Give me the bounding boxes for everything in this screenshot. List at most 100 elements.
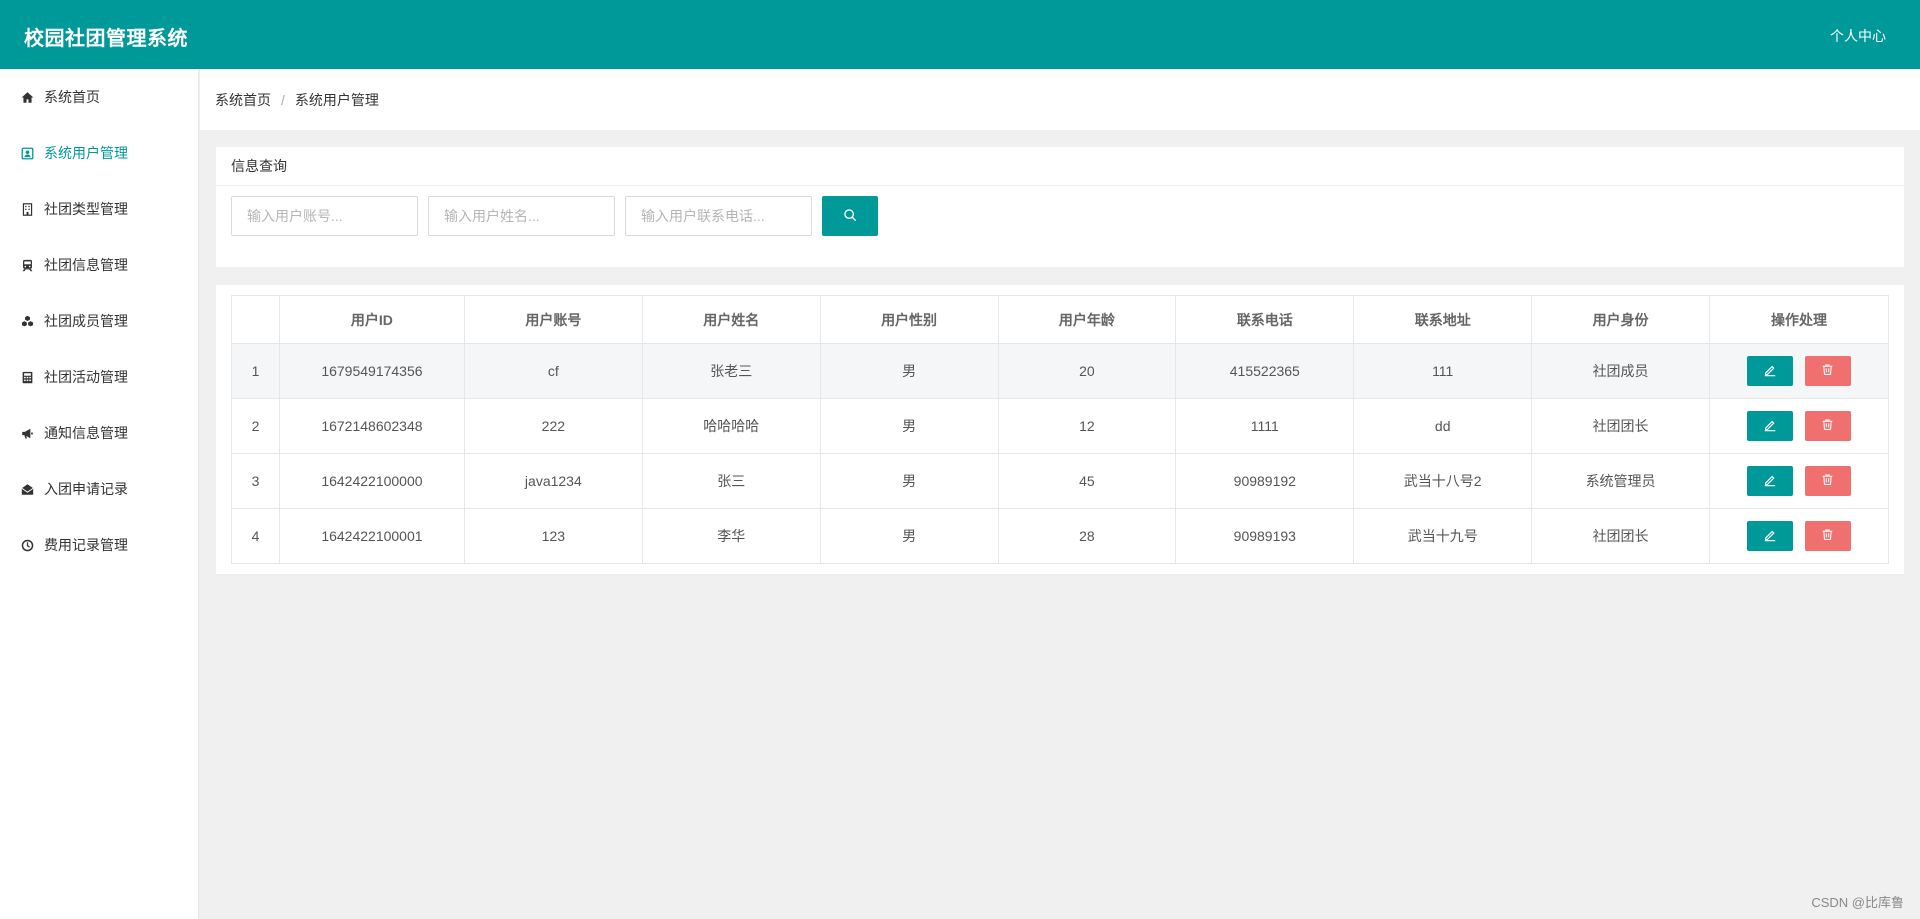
query-form <box>231 196 878 236</box>
edit-icon <box>1763 473 1777 490</box>
sidebar-item-label: 入团申请记录 <box>44 481 128 497</box>
sidebar-item-notice[interactable]: 通知信息管理 <box>0 405 198 461</box>
cell-name: 李华 <box>641 508 821 564</box>
cell-age: 45 <box>997 453 1177 509</box>
column-header-address: 联系地址 <box>1353 295 1533 344</box>
cell-actions <box>1709 398 1889 454</box>
search-icon <box>843 208 857 225</box>
cell-phone: 1111 <box>1175 398 1355 454</box>
delete-button[interactable] <box>1804 411 1851 441</box>
column-header-phone: 联系电话 <box>1175 295 1355 344</box>
cell-actions <box>1709 343 1889 399</box>
table-row: 2 1672148602348 222 哈哈哈哈 男 12 1111 dd 社团… <box>231 398 1889 454</box>
query-panel: 信息查询 <box>216 147 1904 267</box>
edit-button[interactable] <box>1747 356 1794 386</box>
user-table: 用户ID 用户账号 用户姓名 用户性别 用户年龄 联系电话 联系地址 用户身份 … <box>231 295 1889 564</box>
sidebar: 系统首页 系统用户管理 社团类型管理 社团信息管理 社团成员管理 社团活动管理 <box>0 69 199 919</box>
table-header-row: 用户ID 用户账号 用户姓名 用户性别 用户年龄 联系电话 联系地址 用户身份 … <box>231 295 1889 344</box>
delete-button[interactable] <box>1804 356 1851 386</box>
edit-icon <box>1763 363 1777 380</box>
app-title: 校园社团管理系统 <box>24 28 188 50</box>
trash-icon <box>1821 418 1834 434</box>
envelope-open-icon <box>20 482 34 496</box>
cell-actions <box>1709 453 1889 509</box>
sidebar-item-label: 社团类型管理 <box>44 201 128 217</box>
sidebar-item-label: 社团活动管理 <box>44 369 128 385</box>
home-icon <box>20 90 34 104</box>
building-icon <box>20 202 34 216</box>
search-button[interactable] <box>822 196 878 236</box>
sidebar-item-club-info[interactable]: 社团信息管理 <box>0 237 198 293</box>
column-header-role: 用户身份 <box>1531 295 1710 344</box>
cell-role: 系统管理员 <box>1531 453 1710 509</box>
query-panel-title: 信息查询 <box>216 147 1904 186</box>
edit-button[interactable] <box>1747 521 1794 551</box>
sidebar-item-label: 通知信息管理 <box>44 425 128 441</box>
column-header-user-id: 用户ID <box>278 295 465 344</box>
phone-search-input[interactable] <box>625 196 812 236</box>
account-search-input[interactable] <box>231 196 418 236</box>
column-header-gender: 用户性别 <box>819 295 999 344</box>
megaphone-icon <box>20 426 34 440</box>
calculator-icon <box>20 370 34 384</box>
delete-button[interactable] <box>1804 466 1851 496</box>
cell-name: 哈哈哈哈 <box>641 398 821 454</box>
cell-age: 12 <box>997 398 1177 454</box>
table-row: 4 1642422100001 123 李华 男 28 90989193 武当十… <box>231 508 1889 564</box>
cell-name: 张老三 <box>641 343 821 399</box>
cell-address: 武当十九号 <box>1353 508 1533 564</box>
cell-age: 28 <box>997 508 1177 564</box>
cell-gender: 男 <box>819 508 999 564</box>
sidebar-item-join-applications[interactable]: 入团申请记录 <box>0 461 198 517</box>
cell-user-id: 1679549174356 <box>278 343 465 399</box>
cell-gender: 男 <box>819 343 999 399</box>
user-center-link[interactable]: 个人中心 <box>1830 26 1886 46</box>
cell-phone: 415522365 <box>1175 343 1355 399</box>
cell-phone: 90989192 <box>1175 453 1355 509</box>
sidebar-item-club-members[interactable]: 社团成员管理 <box>0 293 198 349</box>
trash-icon <box>1821 363 1834 379</box>
sidebar-item-home[interactable]: 系统首页 <box>0 69 198 125</box>
top-header: 校园社团管理系统 个人中心 <box>0 0 1920 69</box>
train-icon <box>20 258 34 272</box>
cell-user-id: 1642422100001 <box>278 508 465 564</box>
edit-button[interactable] <box>1747 411 1794 441</box>
column-header-index <box>231 295 280 344</box>
cell-user-id: 1642422100000 <box>278 453 465 509</box>
cell-gender: 男 <box>819 453 999 509</box>
sidebar-item-user-management[interactable]: 系统用户管理 <box>0 125 198 181</box>
sidebar-item-fee-records[interactable]: 费用记录管理 <box>0 517 198 573</box>
sidebar-item-label: 社团信息管理 <box>44 257 128 273</box>
breadcrumb-current: 系统用户管理 <box>294 91 379 108</box>
table-panel: 用户ID 用户账号 用户姓名 用户性别 用户年龄 联系电话 联系地址 用户身份 … <box>216 285 1904 574</box>
edit-icon <box>1763 528 1777 545</box>
cell-actions <box>1709 508 1889 564</box>
name-search-input[interactable] <box>428 196 615 236</box>
cell-account: 222 <box>463 398 643 454</box>
column-header-account: 用户账号 <box>463 295 643 344</box>
cell-index: 4 <box>231 508 280 564</box>
edit-button[interactable] <box>1747 466 1794 496</box>
cell-role: 社团团长 <box>1531 398 1710 454</box>
sidebar-item-club-activity[interactable]: 社团活动管理 <box>0 349 198 405</box>
table-row: 1 1679549174356 cf 张老三 男 20 415522365 11… <box>231 343 1889 399</box>
cell-age: 20 <box>997 343 1177 399</box>
breadcrumb-separator: / <box>281 91 285 108</box>
cubes-icon <box>20 314 34 328</box>
column-header-name: 用户姓名 <box>641 295 821 344</box>
table-row: 3 1642422100000 java1234 张三 男 45 9098919… <box>231 453 1889 509</box>
cell-role: 社团团长 <box>1531 508 1710 564</box>
breadcrumb-home[interactable]: 系统首页 <box>215 90 271 110</box>
sidebar-item-club-type[interactable]: 社团类型管理 <box>0 181 198 237</box>
cell-gender: 男 <box>819 398 999 454</box>
sidebar-item-label: 系统首页 <box>44 89 100 105</box>
cell-account: cf <box>463 343 643 399</box>
cell-address: 武当十八号2 <box>1353 453 1533 509</box>
trash-icon <box>1821 528 1834 544</box>
cell-index: 3 <box>231 453 280 509</box>
delete-button[interactable] <box>1804 521 1851 551</box>
cell-address: dd <box>1353 398 1533 454</box>
cell-index: 1 <box>231 343 280 399</box>
sidebar-item-label: 系统用户管理 <box>44 145 128 161</box>
cell-index: 2 <box>231 398 280 454</box>
